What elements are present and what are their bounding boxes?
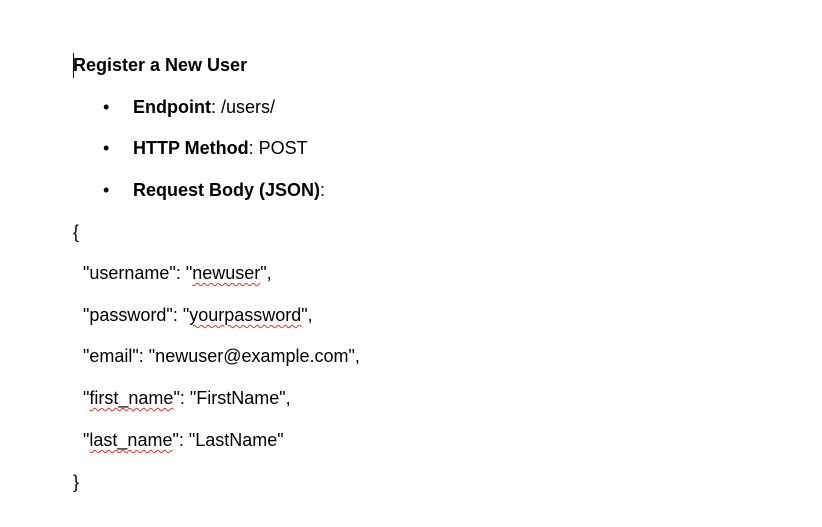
json-close-brace: } [73,472,80,492]
bullet-dot-icon: • [103,180,110,200]
json-text: "password": " [73,305,190,325]
section-heading: Register a New User [73,55,248,75]
misspelled-word: last_name [89,430,173,450]
bullet-label: Request Body (JSON) [133,180,321,200]
misspelled-word: first_name [89,388,174,408]
bullet-text: HTTP Method: POST [133,137,308,159]
json-line-first-name: "first_name": "FirstName", [73,387,291,409]
json-line-username: "username": "newuser", [73,262,272,284]
json-line-last-name: "last_name": "LastName" [73,429,284,451]
bullet-dot-icon: • [103,97,110,117]
json-text: " [73,430,90,450]
bullet-value: : POST [248,138,308,158]
json-text: ": "LastName" [172,430,284,450]
misspelled-word: yourpassword [189,305,302,325]
document-page[interactable]: Register a New User • Endpoint: /users/ … [0,0,822,527]
bullet-value: : /users/ [210,97,276,117]
json-text: ": "FirstName", [173,388,291,408]
json-open-brace: { [73,222,80,242]
bullet-label: Endpoint [133,97,211,117]
json-text: "username": " [73,263,193,283]
bullet-label: HTTP Method [133,138,249,158]
bullet-dot-icon: • [103,138,110,158]
bullet-text: Request Body (JSON): [133,179,325,201]
json-text: ", [260,263,272,283]
json-line-email: "email": "newuser@example.com", [73,346,360,366]
json-text: ", [301,305,313,325]
bullet-text: Endpoint: /users/ [133,96,275,118]
misspelled-word: newuser [192,263,261,283]
bullet-value: : [320,180,326,200]
json-text: " [73,388,90,408]
bullet-request-body: • Request Body (JSON): [100,179,325,267]
json-line-password: "password": "yourpassword", [73,304,313,326]
